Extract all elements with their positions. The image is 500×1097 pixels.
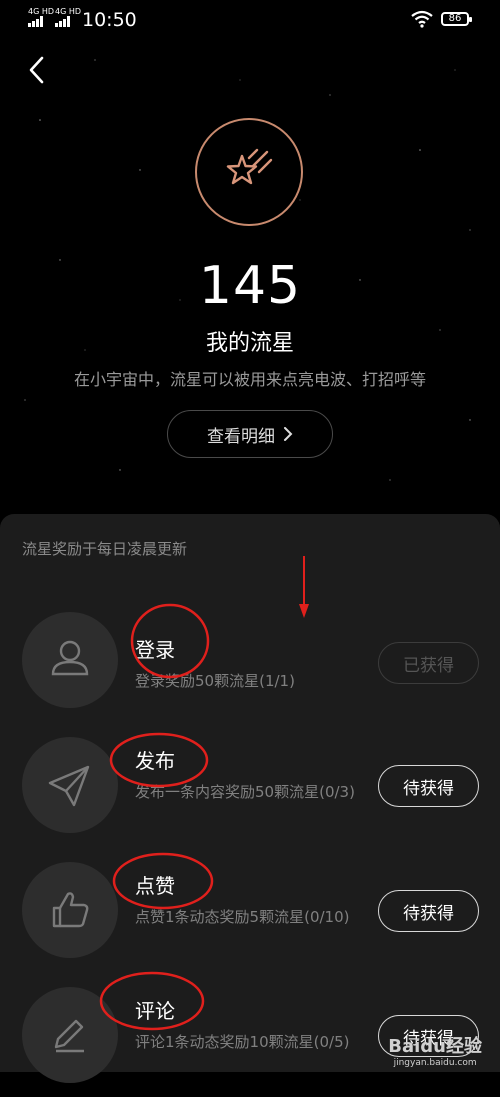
wifi-icon (411, 10, 433, 28)
task-description: 发布一条内容奖励50颗流星(0/3) (135, 783, 355, 801)
task-description: 点赞1条动态奖励5颗流星(0/10) (135, 908, 350, 926)
signal-label: 4G HD (28, 7, 55, 16)
back-button[interactable] (22, 52, 52, 88)
thumbs-up-icon (52, 892, 89, 928)
task-pending-button[interactable]: 待获得 (378, 765, 479, 807)
task-item-login: 登录 登录奖励50颗流星(1/1) 已获得 (0, 612, 500, 722)
view-details-label: 查看明细 (207, 426, 275, 447)
task-name: 发布 (135, 749, 175, 773)
send-icon (48, 765, 90, 807)
signal-label: 4G HD (55, 7, 82, 16)
task-claimed-button[interactable]: 已获得 (378, 642, 479, 684)
battery-icon: 86 (441, 12, 472, 26)
task-name: 评论 (135, 999, 175, 1023)
view-details-button[interactable]: 查看明细 (167, 410, 333, 458)
task-name: 点赞 (135, 874, 175, 898)
watermark-url: jingyan.baidu.com (393, 1058, 477, 1068)
rewards-update-note: 流星奖励于每日凌晨更新 (22, 540, 188, 558)
task-item-like: 点赞 点赞1条动态奖励5颗流星(0/10) 待获得 (0, 862, 500, 972)
meteor-count: 145 (198, 256, 302, 316)
page-title: 我的流星 (205, 331, 294, 356)
task-icon-circle (22, 862, 118, 958)
task-icon-circle (22, 987, 118, 1083)
user-icon (51, 640, 89, 676)
page-subtitle: 在小宇宙中，流星可以被用来点亮电波、打招呼等 (73, 370, 426, 389)
task-description: 登录奖励50颗流星(1/1) (135, 672, 295, 690)
chevron-right-icon (284, 427, 293, 441)
rewards-panel: 流星奖励于每日凌晨更新 登录 登录奖励50颗流星(1/1) 已获得 发布 发布一… (0, 514, 500, 1083)
shooting-star-badge (195, 118, 303, 226)
battery-level: 86 (448, 13, 462, 24)
task-item-publish: 发布 发布一条内容奖励50颗流星(0/3) 待获得 (0, 737, 500, 847)
task-name: 登录 (135, 638, 175, 662)
task-icon-circle (22, 737, 118, 833)
status-time: 10:50 (82, 9, 137, 31)
status-bar: 4G HD 4G HD 10:50 86 (0, 0, 500, 40)
watermark-logo-text: Baidu经验 (388, 1036, 482, 1057)
pencil-icon (54, 1019, 84, 1053)
shooting-star-icon (226, 148, 273, 185)
cell-signal-icon: 4G HD (55, 8, 81, 27)
task-description: 评论1条动态奖励10颗流星(0/5) (135, 1033, 350, 1051)
task-pending-button[interactable]: 待获得 (378, 890, 479, 932)
watermark: Baidu经验 jingyan.baidu.com (388, 1032, 482, 1068)
cell-signal-icon: 4G HD (28, 8, 54, 27)
task-icon-circle (22, 612, 118, 708)
